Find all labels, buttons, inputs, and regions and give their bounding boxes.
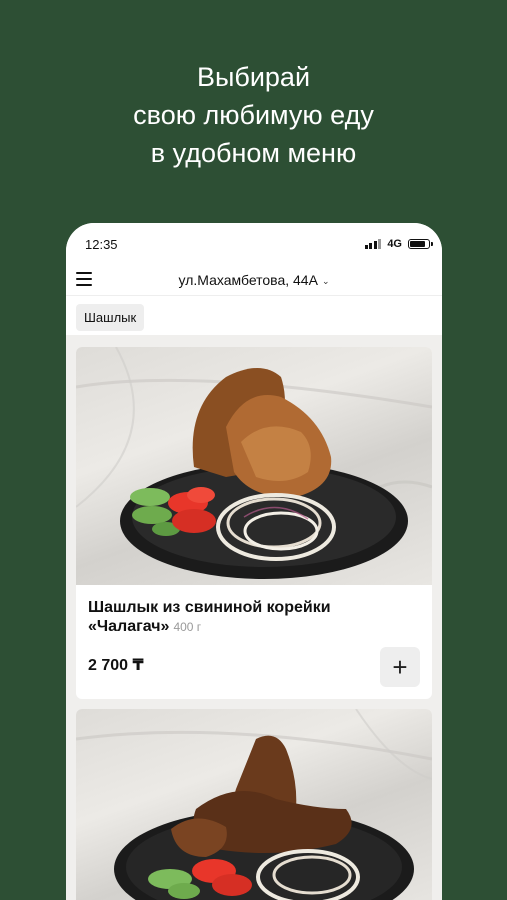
product-info: Шашлык из свининой корейки «Чалагач» 400 … (76, 585, 432, 699)
product-photo (76, 347, 432, 585)
product-weight: 400 г (173, 620, 202, 634)
address-selector[interactable]: ул.Махамбетова, 44А ⌄ (179, 272, 330, 288)
status-time: 12:35 (85, 236, 118, 252)
status-indicators: 4G (364, 238, 433, 250)
product-photo (76, 709, 432, 900)
category-bar: Шашлык (66, 295, 442, 335)
address-text: ул.Махамбетова, 44А (178, 272, 318, 288)
add-to-cart-button[interactable]: + (380, 647, 420, 687)
promo-line-3: в удобном меню (150, 138, 357, 168)
phone-frame: 12:35 4G ул.Махамбетова, 44А ⌄ Шашлык Ша… (66, 223, 442, 900)
promo-heading: Выбирай свою любимую еду в удобном меню (0, 58, 507, 172)
promo-line-2: свою любимую еду (133, 100, 374, 130)
product-title: Шашлык из свининой корейки «Чалагач» 400 … (88, 598, 420, 637)
status-bar: 12:35 4G (66, 223, 442, 265)
product-title-text: Шашлык из свининой корейки «Чалагач» (88, 599, 331, 635)
product-card[interactable] (76, 709, 432, 900)
battery-icon (408, 239, 433, 249)
app-header: ул.Махамбетова, 44А ⌄ (66, 265, 442, 295)
signal-icon (364, 239, 382, 249)
category-chip-shashlik[interactable]: Шашлык (76, 304, 145, 331)
product-card[interactable]: Шашлык из свининой корейки «Чалагач» 400 … (76, 347, 432, 699)
network-type: 4G (387, 238, 402, 250)
chevron-down-icon: ⌄ (321, 275, 330, 286)
promo-line-1: Выбирай (196, 62, 311, 92)
menu-icon[interactable] (76, 272, 92, 286)
product-price: 2 700 ₸ (88, 657, 144, 674)
